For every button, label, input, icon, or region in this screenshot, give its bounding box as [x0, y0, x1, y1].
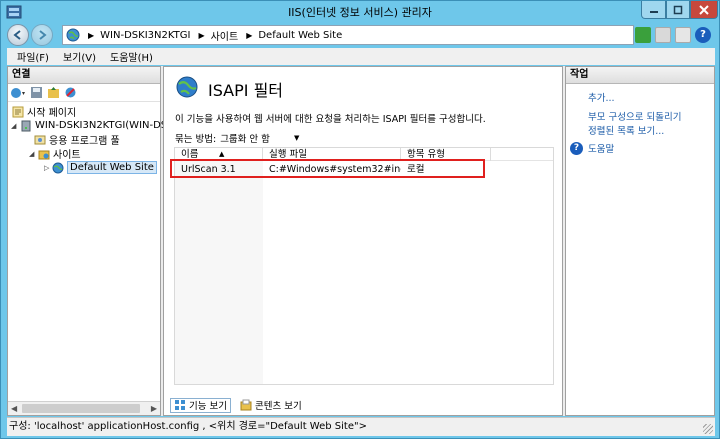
- action-help[interactable]: ? 도움말: [570, 141, 614, 155]
- connect-globe-icon[interactable]: [10, 86, 26, 100]
- tree-expand-arrow[interactable]: ▷: [44, 164, 49, 172]
- start-page-icon: [12, 106, 24, 117]
- features-view-icon: [175, 400, 185, 410]
- status-text: 구성: 'localhost' applicationHost.config ,…: [9, 421, 367, 432]
- tree-item-sites[interactable]: 사이트: [38, 146, 81, 161]
- save-icon[interactable]: [30, 86, 43, 99]
- connections-hscrollbar[interactable]: ◀ ▶: [8, 401, 160, 415]
- maximize-button[interactable]: [666, 1, 690, 19]
- title-bar: IIS(인터넷 정보 서비스) 관리자: [1, 1, 719, 23]
- forward-button[interactable]: [31, 24, 53, 46]
- help-icon[interactable]: ?: [695, 27, 711, 43]
- refresh-icon[interactable]: [635, 27, 651, 43]
- breadcrumb-site[interactable]: Default Web Site: [258, 30, 342, 41]
- address-row: ▶ WIN-DSKI3N2KTGI ▶ 사이트 ▶ Default Web Si…: [7, 23, 715, 47]
- breadcrumb-server[interactable]: WIN-DSKI3N2KTGI: [100, 30, 190, 41]
- menu-view[interactable]: 보기(V): [63, 49, 96, 64]
- tree-item-server[interactable]: WIN-DSKI3N2KTGI(WIN-DSK: [20, 118, 174, 133]
- connections-header: 연결: [8, 67, 160, 84]
- menu-bar: 파일(F) 보기(V) 도움말(H): [7, 48, 715, 65]
- column-shade: [175, 161, 263, 384]
- disconnect-icon[interactable]: [64, 86, 77, 99]
- back-button[interactable]: [7, 24, 29, 46]
- group-by-label: 묶는 방법:: [175, 134, 217, 145]
- help-icon: ?: [570, 141, 583, 155]
- filters-table: 이름 ▲ 실행 파일 항목 유형 UrlScan 3.1 C:#Windows#…: [174, 147, 554, 385]
- up-folder-icon[interactable]: [47, 86, 60, 99]
- tree-item-default-web-site[interactable]: Default Web Site: [52, 160, 157, 175]
- menu-help[interactable]: 도움말(H): [110, 49, 153, 64]
- scroll-left-arrow[interactable]: ◀: [11, 404, 17, 413]
- actions-header: 작업: [566, 67, 714, 84]
- close-icon: [699, 4, 709, 15]
- isapi-filters-pane: ISAPI 필터 이 기능을 사용하여 웹 서버에 대한 요청을 처리하는 IS…: [163, 66, 563, 416]
- action-revert-to-parent[interactable]: 부모 구성으로 되돌리기: [588, 109, 681, 123]
- close-button[interactable]: [690, 1, 718, 19]
- breadcrumb-separator: ▶: [88, 30, 95, 40]
- chevron-down-icon[interactable]: ▼: [294, 134, 299, 142]
- window-title: IIS(인터넷 정보 서비스) 관리자: [288, 6, 432, 19]
- group-by-value[interactable]: 그룹화 안 함: [220, 131, 270, 145]
- breadcrumb-separator: ▶: [198, 30, 205, 40]
- tree-item-app-pools[interactable]: 응용 프로그램 풀: [34, 132, 120, 147]
- action-view-ordered-list[interactable]: 정렬된 목록 보기...: [588, 123, 664, 137]
- iis-manager-window: IIS(인터넷 정보 서비스) 관리자 ▶ WIN-DSKI3N2KTGI ▶ …: [0, 0, 720, 439]
- globe-icon: [52, 162, 64, 173]
- scroll-thumb[interactable]: [22, 404, 140, 413]
- tree-collapse-arrow[interactable]: ◢: [11, 122, 16, 130]
- minimize-button[interactable]: [641, 1, 666, 19]
- connections-pane: 연결 시작 페이지 ◢ WIN-DSKI3N2KTGI(WIN-DSK 응용 프…: [7, 66, 174, 416]
- address-bar[interactable]: ▶ WIN-DSKI3N2KTGI ▶ 사이트 ▶ Default Web Si…: [62, 25, 634, 45]
- highlight-box: [170, 159, 485, 178]
- page-description: 이 기능을 사용하여 웹 서버에 대한 요청을 처리하는 ISAPI 필터를 구…: [175, 114, 486, 125]
- page-title: ISAPI 필터: [208, 81, 284, 100]
- view-tabs: 기능 보기 콘텐츠 보기: [170, 397, 305, 413]
- tab-content-view[interactable]: 콘텐츠 보기: [237, 398, 305, 413]
- back-arrow-icon: [13, 30, 21, 40]
- group-by-control[interactable]: 묶는 방법: 그룹화 안 함 ▼: [175, 131, 299, 145]
- isapi-globe-icon: [176, 76, 198, 98]
- globe-icon: [66, 28, 80, 42]
- tree-collapse-arrow[interactable]: ◢: [29, 150, 34, 158]
- action-add[interactable]: 추가...: [588, 90, 615, 104]
- maximize-icon: [673, 5, 683, 14]
- stop-icon[interactable]: [655, 27, 671, 43]
- status-bar: 구성: 'localhost' applicationHost.config ,…: [7, 417, 715, 436]
- server-icon: [21, 120, 31, 131]
- sites-folder-icon: [38, 150, 50, 159]
- app-pool-icon: [34, 135, 46, 144]
- resize-grip-icon[interactable]: [703, 424, 713, 434]
- home-icon[interactable]: [675, 27, 691, 43]
- breadcrumb-separator: ▶: [246, 30, 253, 40]
- panels-area: 연결 시작 페이지 ◢ WIN-DSKI3N2KTGI(WIN-DSK 응용 프…: [7, 66, 715, 416]
- forward-arrow-icon: [39, 30, 47, 40]
- content-view-icon: [240, 399, 252, 411]
- actions-pane: 작업 추가... 부모 구성으로 되돌리기 정렬된 목록 보기... ? 도움말: [565, 66, 715, 416]
- breadcrumb-sites[interactable]: 사이트: [211, 28, 239, 43]
- address-toolbar: ?: [635, 27, 711, 43]
- tab-features-view[interactable]: 기능 보기: [170, 397, 231, 413]
- tree-item-start-page[interactable]: 시작 페이지: [12, 104, 76, 119]
- menu-file[interactable]: 파일(F): [17, 49, 49, 64]
- minimize-icon: [649, 10, 658, 13]
- connections-toolbar: [8, 84, 160, 102]
- scroll-right-arrow[interactable]: ▶: [151, 404, 157, 413]
